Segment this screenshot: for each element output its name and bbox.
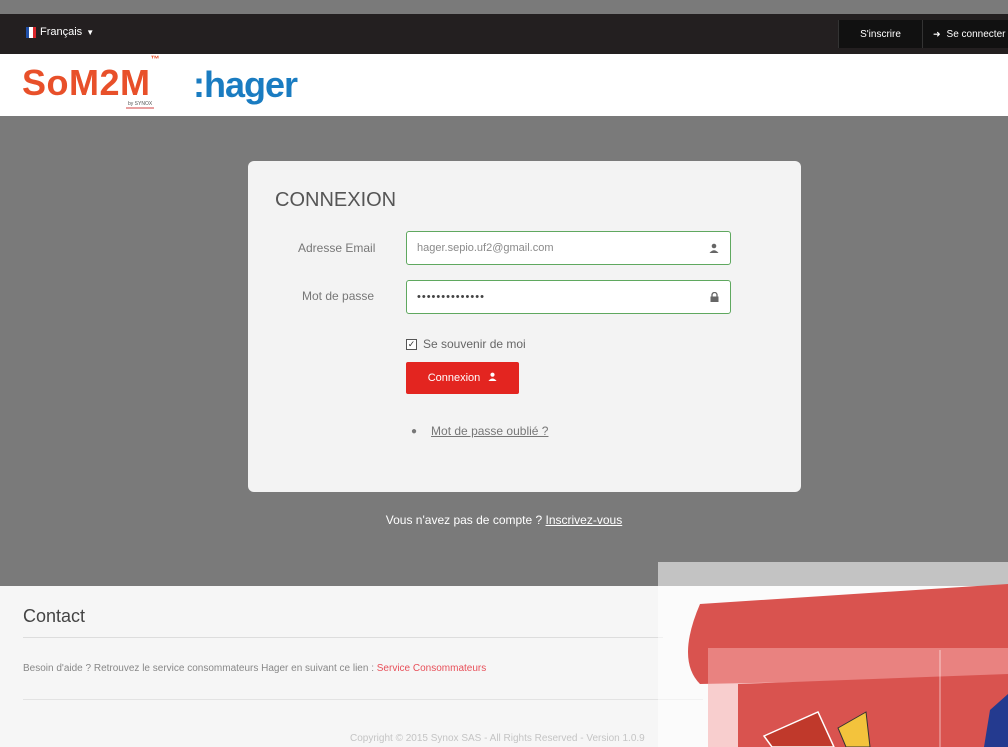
user-icon: [488, 372, 497, 384]
top-bar: Français ▼ S'inscrire ➜ Se connecter: [0, 14, 1008, 54]
connexion-button[interactable]: Connexion: [406, 362, 519, 394]
remember-label: Se souvenir de moi: [423, 337, 526, 351]
help-text: Besoin d'aide ? Retrouvez le service con…: [23, 663, 486, 674]
user-icon: [708, 242, 720, 254]
hager-logo[interactable]: :hager: [193, 64, 298, 106]
forgot-password: ● Mot de passe oublié ?: [411, 424, 548, 438]
synox-logo: by SYNOX: [126, 101, 155, 109]
contact-title: Contact: [23, 606, 86, 626]
password-value: ••••••••••••••: [417, 291, 485, 303]
signup-link[interactable]: Inscrivez-vous: [546, 513, 623, 527]
footer: Contact Besoin d'aide ? Retrouvez le ser…: [0, 586, 1008, 747]
password-label: Mot de passe: [302, 289, 375, 303]
login-top-button[interactable]: ➜ Se connecter: [922, 20, 1008, 48]
lock-icon: [708, 291, 720, 303]
login-top-label: Se connecter: [946, 28, 1006, 40]
som2m-logo-text: SoM2M: [22, 62, 151, 103]
help-text-body: Besoin d'aide ? Retrouvez le service con…: [23, 663, 377, 674]
signup-label: S'inscrire: [860, 28, 901, 40]
email-field[interactable]: hager.sepio.uf2@gmail.com: [406, 231, 731, 265]
som2m-logo-tm: ™: [150, 54, 160, 64]
som2m-logo[interactable]: SoM2M™: [22, 54, 160, 104]
bullet-icon: ●: [411, 425, 418, 437]
login-card: CONNEXION Adresse Email hager.sepio.uf2@…: [248, 161, 801, 492]
header: SoM2M™ by SYNOX :hager: [0, 54, 1008, 116]
divider: [23, 699, 703, 700]
caret-down-icon: ▼: [86, 27, 95, 37]
connexion-label: Connexion: [427, 372, 481, 384]
remember-me[interactable]: ✓ Se souvenir de moi: [406, 337, 526, 351]
language-label: Français: [40, 26, 83, 38]
email-label: Adresse Email: [298, 241, 376, 255]
login-icon: ➜: [933, 28, 941, 39]
login-title: CONNEXION: [275, 189, 397, 211]
divider: [23, 637, 663, 638]
language-selector[interactable]: Français ▼: [26, 26, 94, 38]
signup-prompt-text: Vous n'avez pas de compte ?: [385, 513, 546, 527]
service-consommateurs-link[interactable]: Service Consommateurs: [377, 663, 486, 674]
french-flag-icon: [26, 26, 36, 38]
email-value: hager.sepio.uf2@gmail.com: [417, 242, 554, 254]
remember-checkbox[interactable]: ✓: [406, 338, 417, 350]
signup-prompt: Vous n'avez pas de compte ? Inscrivez-vo…: [0, 513, 1008, 527]
password-field[interactable]: ••••••••••••••: [406, 280, 731, 314]
signup-button[interactable]: S'inscrire: [838, 20, 922, 48]
forgot-password-link[interactable]: Mot de passe oublié ?: [431, 424, 548, 438]
main-area: CONNEXION Adresse Email hager.sepio.uf2@…: [0, 116, 1008, 586]
copyright-text: Copyright © 2015 Synox SAS - All Rights …: [350, 733, 645, 744]
